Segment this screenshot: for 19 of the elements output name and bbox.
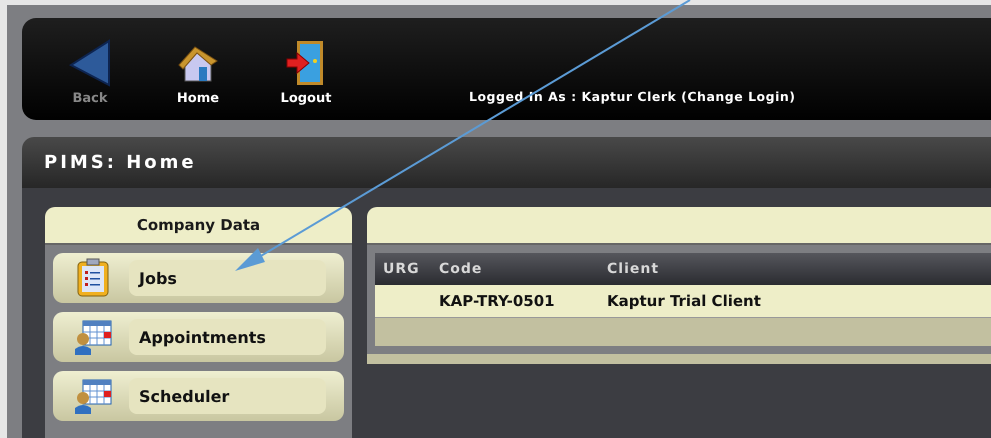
table-cell-text: KAP-TRY-0501 xyxy=(439,292,556,310)
page-title: PIMS: Home xyxy=(44,152,197,173)
toolbar-button[interactable]: Home xyxy=(158,43,238,106)
calendar-person-icon xyxy=(73,378,113,414)
sidebar-title: Company Data xyxy=(136,216,260,234)
back-arrow-icon xyxy=(69,39,111,87)
table-cell-text: Kaptur Trial Client xyxy=(607,292,762,310)
column-header: URG xyxy=(382,261,421,277)
menu-item-label: Jobs xyxy=(129,260,326,296)
table-row[interactable]: KAP-TRY-0501 Kaptur Trial Client xyxy=(375,285,991,318)
menu-item[interactable]: Appointments xyxy=(53,312,344,362)
menu-item-label: Scheduler xyxy=(129,378,326,414)
calendar-person-icon xyxy=(73,319,113,355)
column-header: Client xyxy=(607,261,660,277)
toolbar-button[interactable]: Logout xyxy=(266,39,346,106)
menu-item-label: Appointments xyxy=(129,319,326,355)
column-header: Code xyxy=(439,261,484,277)
menu-item[interactable]: Jobs xyxy=(53,253,344,303)
menu-item[interactable]: Scheduler xyxy=(53,371,344,421)
